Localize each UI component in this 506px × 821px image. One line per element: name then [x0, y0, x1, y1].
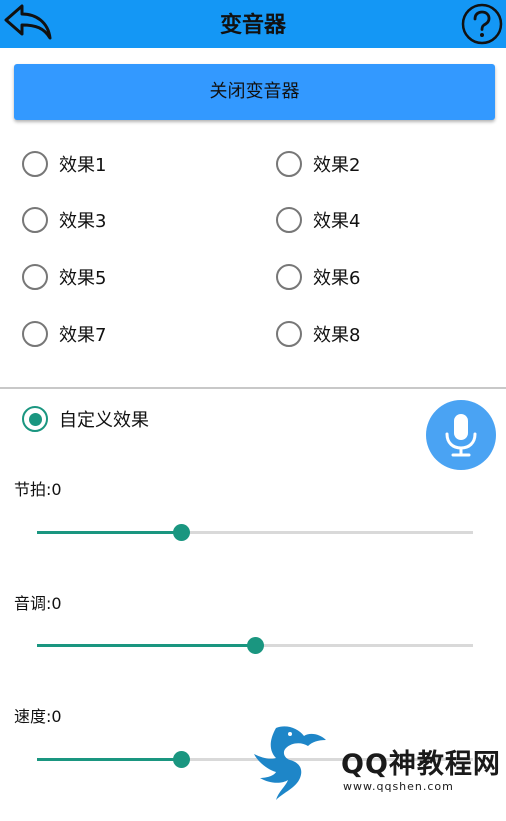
slider-thumb[interactable] [247, 637, 264, 654]
watermark-url: www.qqshen.com [343, 780, 454, 793]
slider-thumb[interactable] [172, 524, 190, 541]
radio-unchecked-icon [276, 207, 302, 233]
effect-label: 效果5 [59, 268, 107, 289]
pitch-label: 音调:0 [14, 594, 62, 613]
effect-radio-4[interactable]: 效果4 [276, 204, 360, 236]
effect-radio-1[interactable]: 效果1 [22, 148, 106, 180]
close-voice-changer-button[interactable]: 关闭变音器 [14, 64, 495, 120]
effect-radio-3[interactable]: 效果3 [22, 204, 106, 236]
effect-label: 效果4 [313, 211, 361, 232]
section-divider [0, 387, 506, 389]
watermark-title: QQ神教程网 [341, 749, 501, 780]
radio-unchecked-icon [22, 321, 48, 347]
radio-unchecked-icon [22, 264, 48, 290]
effect-label: 效果1 [59, 155, 107, 176]
watermark: QQ神教程网 www.qqshen.com [246, 722, 502, 806]
app-header: 变音器 [0, 0, 506, 48]
effect-label: 效果6 [313, 268, 361, 289]
radio-unchecked-icon [276, 151, 302, 177]
tempo-label: 节拍:0 [14, 480, 62, 499]
microphone-button[interactable] [426, 400, 496, 470]
speed-label: 速度:0 [14, 707, 62, 726]
help-circle-icon[interactable] [461, 3, 503, 45]
effect-radio-7[interactable]: 效果7 [22, 318, 106, 350]
microphone-icon [445, 414, 477, 457]
custom-effect-label: 自定义效果 [59, 410, 149, 431]
effect-label: 效果2 [313, 155, 361, 176]
effect-label: 效果7 [59, 325, 107, 346]
dragon-logo-icon [254, 726, 326, 800]
radio-unchecked-icon [22, 207, 48, 233]
effect-radio-8[interactable]: 效果8 [276, 318, 360, 350]
radio-unchecked-icon [276, 264, 302, 290]
effect-radio-6[interactable]: 效果6 [276, 261, 360, 293]
radio-checked-icon [22, 406, 48, 432]
effect-label: 效果3 [59, 211, 107, 232]
radio-unchecked-icon [22, 151, 48, 177]
effect-label: 效果8 [313, 325, 361, 346]
custom-effect-radio[interactable]: 自定义效果 [22, 403, 149, 435]
effect-radio-2[interactable]: 效果2 [276, 148, 360, 180]
effect-radio-5[interactable]: 效果5 [22, 261, 106, 293]
tempo-slider[interactable] [37, 524, 473, 541]
page-title: 变音器 [219, 13, 286, 38]
radio-unchecked-icon [276, 321, 302, 347]
pitch-slider[interactable] [37, 637, 473, 654]
slider-thumb[interactable] [172, 751, 190, 768]
